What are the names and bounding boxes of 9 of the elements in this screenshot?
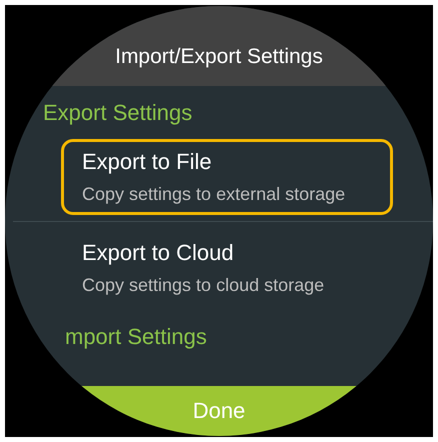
item-title: Export to File <box>82 148 213 176</box>
item-subtitle: Copy settings to external storage <box>82 183 346 206</box>
section-heading: mport Settings <box>64 323 208 351</box>
list-item[interactable]: Export to File Copy settings to external storage <box>61 139 393 215</box>
section-heading: Export Settings <box>42 99 194 127</box>
list-item[interactable]: Export to Cloud Copy settings to cloud storage <box>61 230 393 306</box>
item-title: Export to Cloud <box>82 239 235 267</box>
screen-title: Import/Export Settings <box>115 44 323 70</box>
item-subtitle: Copy settings to cloud storage <box>82 274 326 297</box>
